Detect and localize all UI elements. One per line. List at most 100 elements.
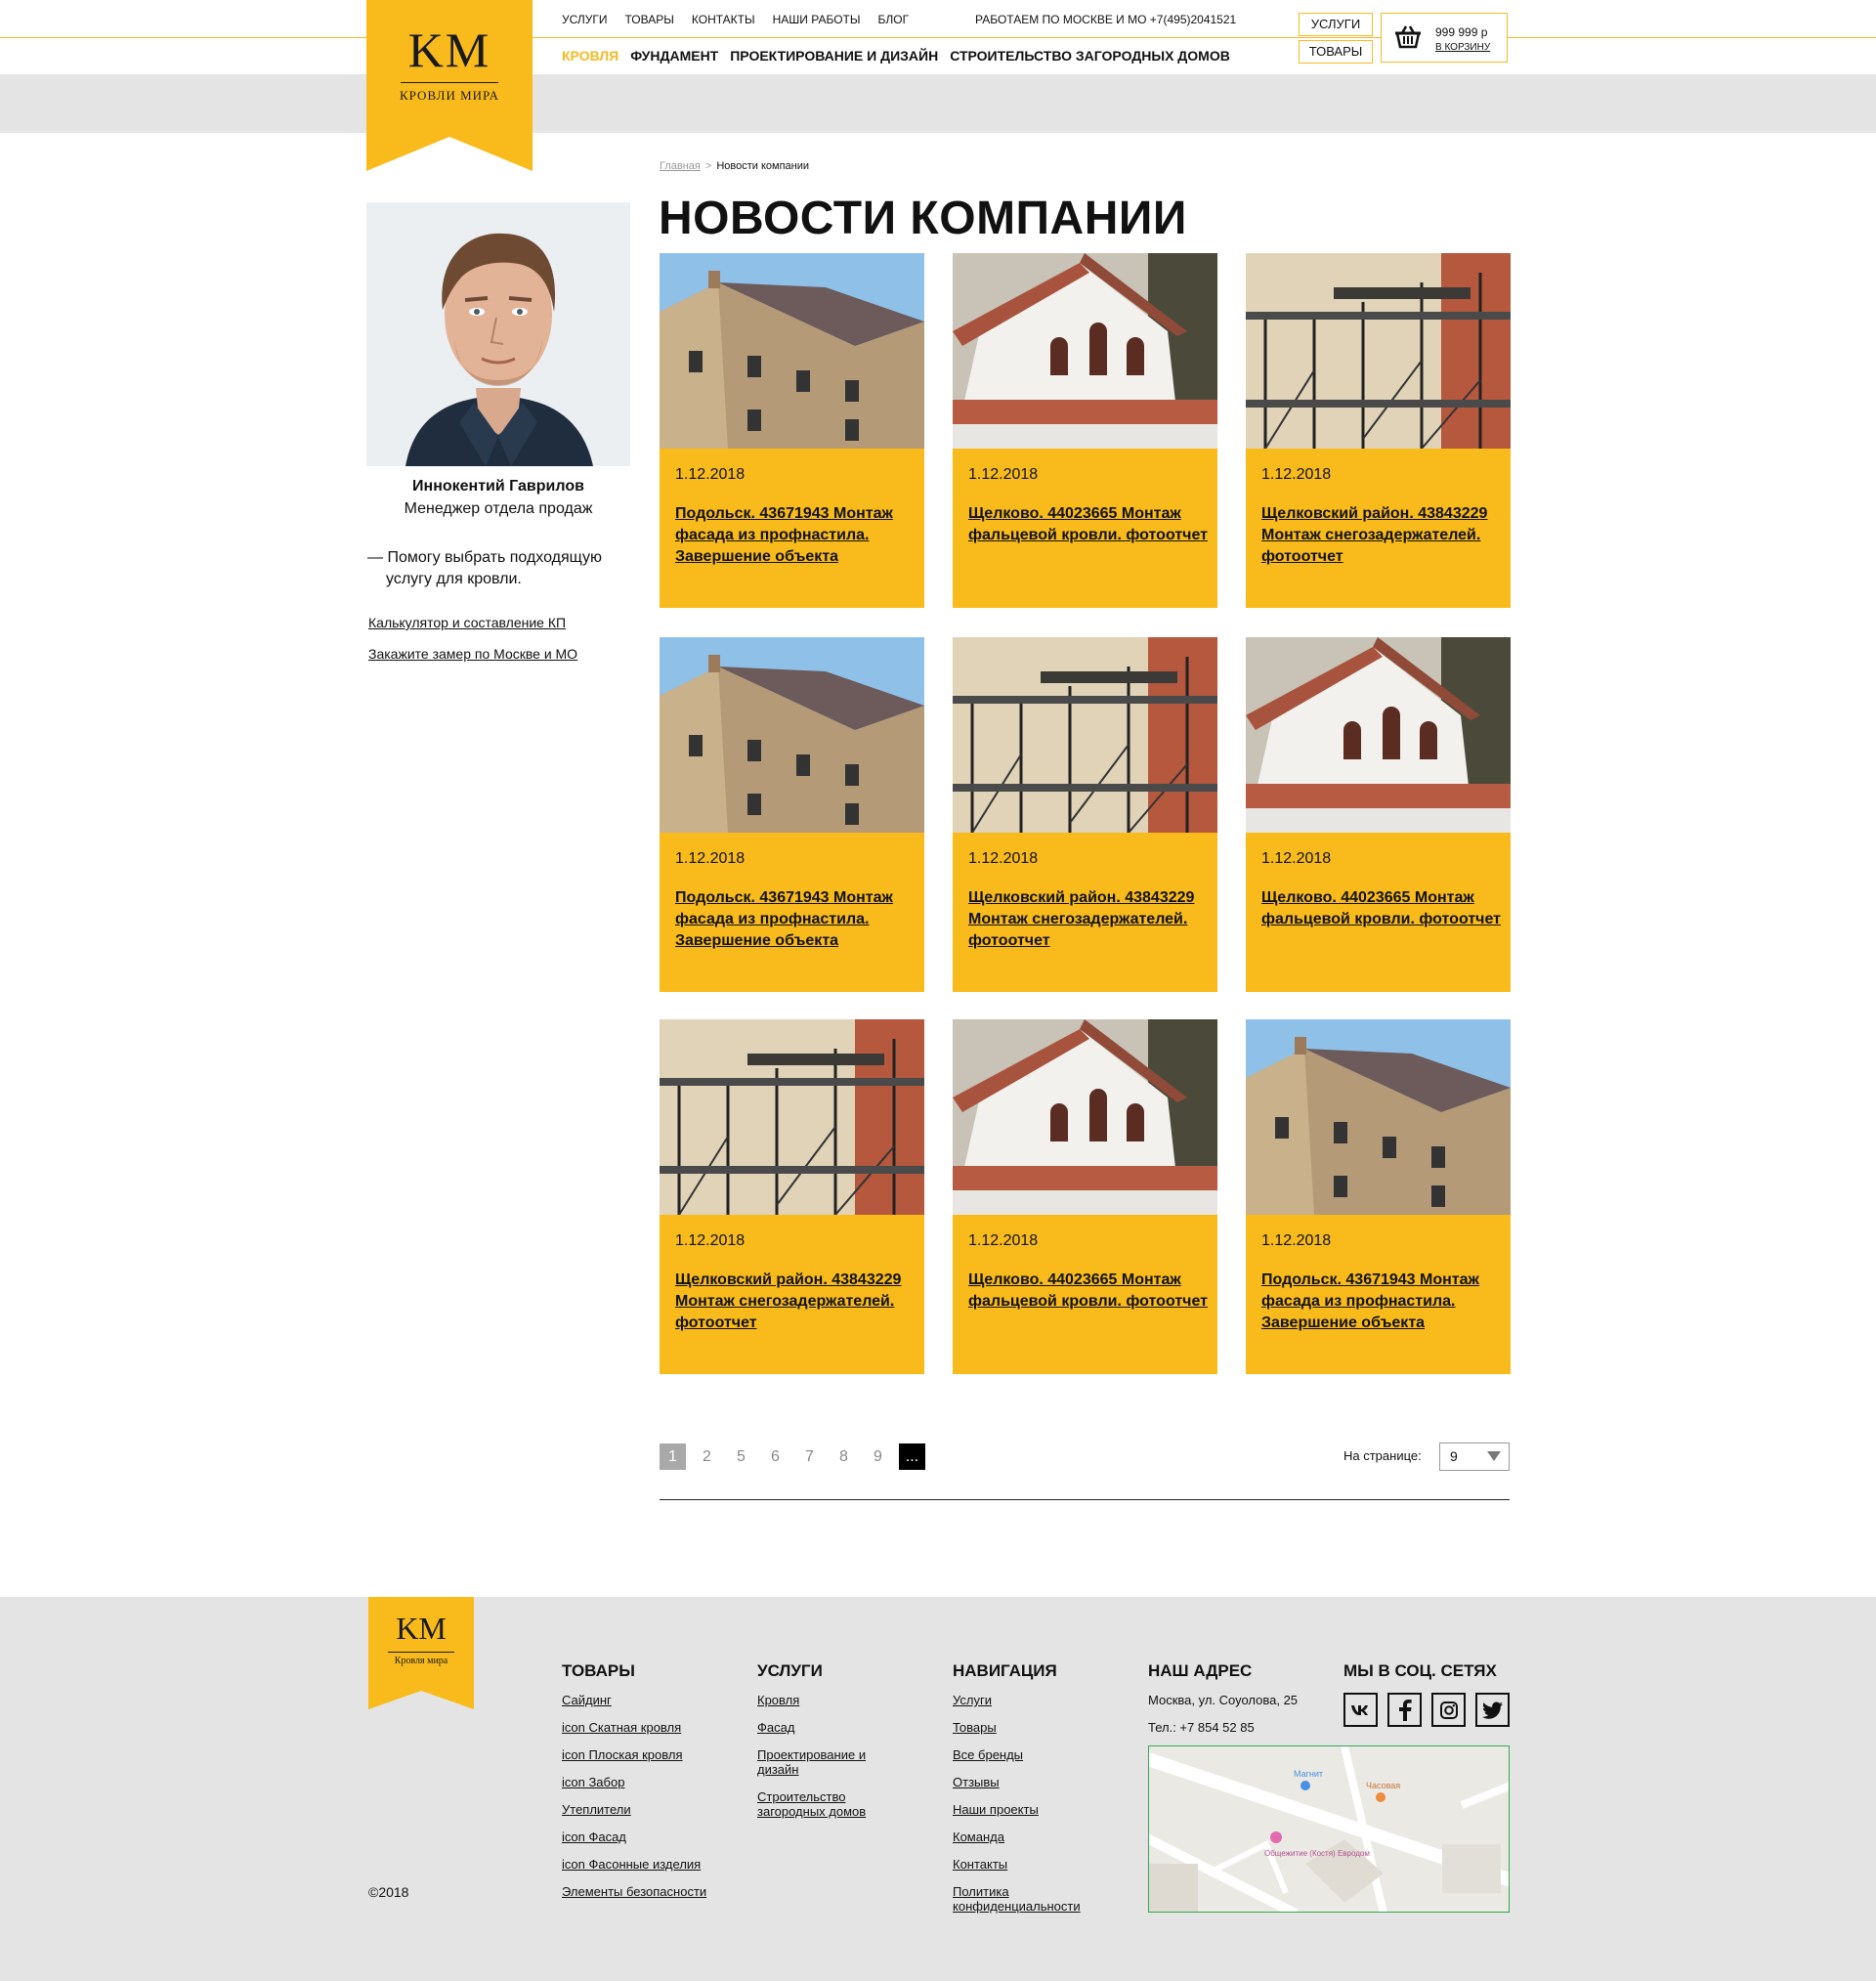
page-8[interactable]: 8: [831, 1443, 857, 1470]
calculator-link[interactable]: Калькулятор и составление КП: [368, 615, 566, 630]
footer-service-link[interactable]: Фасад: [757, 1720, 904, 1735]
breadcrumb: Главная > Новости компании: [660, 160, 809, 172]
cart[interactable]: 999 999 р В КОРЗИНУ: [1381, 13, 1508, 63]
page-7[interactable]: 7: [796, 1443, 823, 1470]
per-page-select[interactable]: 9: [1439, 1443, 1510, 1471]
goods-button[interactable]: ТОВАРЫ: [1299, 40, 1373, 64]
header-gray-band: [0, 74, 1876, 133]
news-title-link[interactable]: Щелковский район. 43843229 Монтаж снегоз…: [675, 1270, 915, 1334]
footer-goods-link[interactable]: Сайдинг: [562, 1693, 706, 1707]
news-image[interactable]: [660, 253, 924, 449]
page-more[interactable]: ...: [899, 1443, 925, 1470]
news-date: 1.12.2018: [675, 466, 746, 483]
page-2[interactable]: 2: [694, 1443, 720, 1470]
per-page-value: 9: [1450, 1448, 1458, 1464]
footer-nav-link[interactable]: Контакты: [953, 1857, 1109, 1872]
order-measure-link[interactable]: Закажите замер по Москве и МО: [368, 646, 577, 662]
news-title-link[interactable]: Подольск. 43671943 Монтаж фасада из проф…: [675, 887, 915, 952]
news-image[interactable]: [660, 637, 924, 833]
header-divider: [0, 37, 1876, 38]
news-image[interactable]: [660, 1019, 924, 1215]
news-card[interactable]: 1.12.2018 Щелковский район. 43843229 Мон…: [953, 637, 1217, 992]
news-title-link[interactable]: Щелково. 44023665 Монтаж фальцевой кровл…: [1261, 887, 1501, 930]
news-title-link[interactable]: Щелково. 44023665 Монтаж фальцевой кровл…: [968, 503, 1208, 546]
breadcrumb-separator: >: [704, 160, 712, 172]
worktime-phone: РАБОТАЕМ ПО МОСКВЕ И МО +7(495)2041521: [975, 13, 1237, 26]
facebook-icon[interactable]: [1387, 1693, 1422, 1727]
footer-goods-link[interactable]: Элементы безопасности: [562, 1884, 706, 1899]
footer-logo-mark: KM: [396, 1611, 447, 1646]
news-image[interactable]: [1246, 253, 1511, 449]
mainnav-construction[interactable]: Строительство загородных домов: [950, 48, 1230, 64]
footer-service-link[interactable]: Проектирование и дизайн: [757, 1747, 904, 1777]
footer-nav-link[interactable]: Товары: [953, 1720, 1109, 1735]
breadcrumb-current: Новости компании: [716, 160, 810, 172]
topnav-services[interactable]: Услуги: [562, 13, 608, 26]
footer-goods-link[interactable]: icon Скатная кровля: [562, 1720, 706, 1735]
services-button[interactable]: УСЛУГИ: [1299, 13, 1373, 36]
breadcrumb-home[interactable]: Главная: [660, 160, 701, 172]
topnav-goods[interactable]: Товары: [625, 13, 674, 26]
news-title-link[interactable]: Щелково. 44023665 Монтаж фальцевой кровл…: [968, 1270, 1208, 1313]
news-title-link[interactable]: Подольск. 43671943 Монтаж фасада из проф…: [675, 503, 915, 568]
main-nav: Кровля Фундамент Проектирование и дизайн…: [562, 48, 1230, 64]
footer-logo-divider: [388, 1652, 454, 1653]
footer-nav-link[interactable]: Все бренды: [953, 1747, 1109, 1762]
page-1[interactable]: 1: [660, 1443, 686, 1470]
twitter-icon[interactable]: [1475, 1693, 1510, 1727]
mainnav-foundation[interactable]: Фундамент: [630, 48, 718, 64]
footer-goods-link[interactable]: icon Фасонные изделия: [562, 1857, 706, 1872]
mainnav-roofing[interactable]: Кровля: [562, 48, 618, 64]
vk-icon[interactable]: [1343, 1693, 1378, 1727]
page-9[interactable]: 9: [865, 1443, 891, 1470]
footer-goods-link[interactable]: icon Забор: [562, 1775, 706, 1789]
news-date: 1.12.2018: [1261, 466, 1332, 483]
footer-service-link[interactable]: Кровля: [757, 1693, 904, 1707]
page-title: НОВОСТИ КОМПАНИИ: [659, 193, 1187, 244]
news-image[interactable]: [953, 637, 1217, 833]
footer-nav-link[interactable]: Команда: [953, 1830, 1109, 1844]
news-image[interactable]: [1246, 637, 1511, 833]
page-6[interactable]: 6: [762, 1443, 789, 1470]
news-image[interactable]: [953, 1019, 1217, 1215]
topnav-works[interactable]: Наши работы: [773, 13, 861, 26]
news-card[interactable]: 1.12.2018 Щелковский район. 43843229 Мон…: [1246, 253, 1511, 608]
news-card[interactable]: 1.12.2018 Щелково. 44023665 Монтаж фальц…: [1246, 637, 1511, 992]
news-title-link[interactable]: Щелковский район. 43843229 Монтаж снегоз…: [968, 887, 1208, 952]
instagram-icon[interactable]: [1431, 1693, 1466, 1727]
mainnav-design[interactable]: Проектирование и дизайн: [730, 48, 938, 64]
footer-nav-title: НАВИГАЦИЯ: [953, 1661, 1057, 1680]
footer-nav-link[interactable]: Отзывы: [953, 1775, 1109, 1789]
page-5[interactable]: 5: [728, 1443, 754, 1470]
news-card[interactable]: 1.12.2018 Щелково. 44023665 Монтаж фальц…: [953, 253, 1217, 608]
footer-goods-link[interactable]: Утеплители: [562, 1802, 706, 1817]
footer-nav-link[interactable]: Услуги: [953, 1693, 1109, 1707]
footer-nav-link[interactable]: Наши проекты: [953, 1802, 1109, 1817]
news-card[interactable]: 1.12.2018 Щелково. 44023665 Монтаж фальц…: [953, 1019, 1217, 1374]
topnav-blog[interactable]: Блог: [877, 13, 909, 26]
news-title-link[interactable]: Подольск. 43671943 Монтаж фасада из проф…: [1261, 1270, 1501, 1334]
manager-help-text: — Помогу выбрать подходящую услугу для к…: [367, 549, 602, 587]
map-label-magnit: Магнит: [1294, 1769, 1323, 1779]
footer-nav-link[interactable]: Политика конфиденциальности: [953, 1884, 1109, 1914]
news-date: 1.12.2018: [968, 850, 1039, 867]
news-card[interactable]: 1.12.2018 Щелковский район. 43843229 Мон…: [660, 1019, 924, 1374]
map[interactable]: Магнит Часовая Общежитие (Костя) Евродом: [1148, 1745, 1510, 1913]
news-title-link[interactable]: Щелковский район. 43843229 Монтаж снегоз…: [1261, 503, 1501, 568]
cart-link[interactable]: В КОРЗИНУ: [1435, 42, 1490, 53]
logo[interactable]: KM КРОВЛИ МИРА: [366, 0, 533, 171]
footer-logo[interactable]: KM Кровля мира: [368, 1597, 474, 1709]
news-image[interactable]: [953, 253, 1217, 449]
news-date: 1.12.2018: [675, 850, 746, 867]
news-card[interactable]: 1.12.2018 Подольск. 43671943 Монтаж фаса…: [1246, 1019, 1511, 1374]
topnav-contacts[interactable]: Контакты: [692, 13, 755, 26]
news-card[interactable]: 1.12.2018 Подольск. 43671943 Монтаж фаса…: [660, 253, 924, 608]
top-nav: Услуги Товары Контакты Наши работы Блог: [562, 13, 909, 26]
footer-goods-link[interactable]: icon Плоская кровля: [562, 1747, 706, 1762]
footer-service-link[interactable]: Строительство загородных домов: [757, 1789, 904, 1819]
footer-goods-link[interactable]: icon Фасад: [562, 1830, 706, 1844]
news-image[interactable]: [1246, 1019, 1511, 1215]
news-card[interactable]: 1.12.2018 Подольск. 43671943 Монтаж фаса…: [660, 637, 924, 992]
footer-goods-title: ТОВАРЫ: [562, 1661, 635, 1680]
footer-social: МЫ В СОЦ. СЕТЯХ: [1343, 1661, 1510, 1727]
